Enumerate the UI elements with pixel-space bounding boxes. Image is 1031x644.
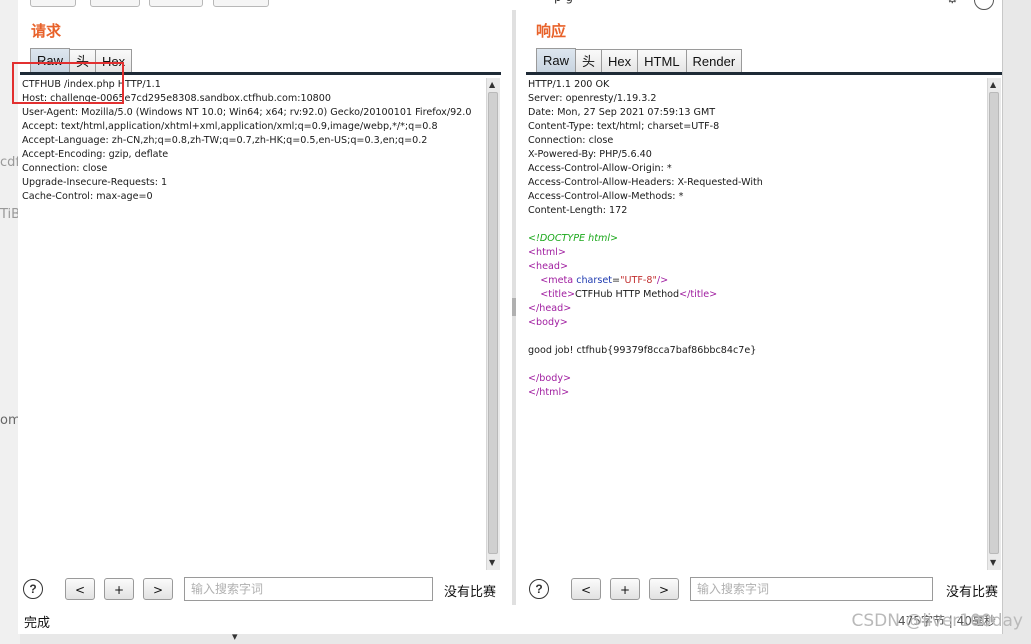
response-header-line: Access-Control-Allow-Headers: X-Requeste… (528, 177, 763, 188)
response-tab-html[interactable]: HTML (637, 49, 687, 73)
help-icon[interactable] (974, 0, 994, 10)
response-search-bar: ? < + > 输入搜索字词 (529, 576, 933, 602)
request-line: Accept-Encoding: gzip, deflate (22, 149, 169, 160)
response-header-line: Access-Control-Allow-Origin: * (528, 163, 672, 174)
help-icon[interactable]: ? (529, 579, 549, 599)
meta-line: <meta charset="UTF-8"/> (528, 274, 984, 288)
meta-value: "UTF-8" (620, 275, 657, 286)
response-tab-headers[interactable]: 头 (575, 49, 603, 73)
doctype-line: <!DOCTYPE html> (528, 232, 984, 246)
response-tabs: Raw 头 Hex HTML Render (536, 48, 743, 73)
head-close-line: </head> (528, 302, 984, 316)
response-header-line: Content-Length: 172 (528, 205, 628, 216)
response-header-line: Connection: close (528, 135, 614, 146)
response-tab-raw[interactable]: Raw (536, 48, 577, 73)
body-open-tag: <body> (528, 317, 568, 328)
background-fragment: TiB (0, 207, 20, 222)
response-header-line: Access-Control-Allow-Methods: * (528, 191, 684, 202)
html-close-tag: </html> (528, 387, 570, 398)
prev-match-button[interactable]: < (65, 578, 95, 600)
settings-icon[interactable]: ⚙ (946, 0, 959, 7)
response-header-line: X-Powered-By: PHP/5.6.40 (528, 149, 652, 160)
request-line: Cache-Control: max-age=0 (22, 191, 153, 202)
head-close-tag: </head> (528, 303, 572, 314)
burp-repeater-window: p g ⚙ 请求 Raw 头 Hex CTFHUB /index.php HTT… (12, 0, 1003, 634)
response-tab-underline (526, 72, 1002, 75)
head-open-line: <head> (528, 260, 984, 274)
response-editor[interactable]: HTTP/1.1 200 OK Server: openresty/1.19.3… (528, 78, 984, 554)
request-scrollbar[interactable]: ▲ ▼ (486, 78, 500, 570)
response-header-line: HTTP/1.1 200 OK (528, 79, 610, 90)
title-close-tag: </title> (679, 289, 718, 300)
meta-tag: <meta (540, 275, 574, 286)
toolbar-button[interactable] (30, 0, 76, 7)
request-search-bar: ? < + > 输入搜索字词 (23, 576, 433, 602)
scroll-down-icon[interactable]: ▼ (990, 558, 996, 567)
request-line: User-Agent: Mozilla/5.0 (Windows NT 10.0… (22, 107, 472, 118)
request-search-input[interactable]: 输入搜索字词 (184, 577, 433, 601)
request-line: Accept: text/html,application/xhtml+xml,… (22, 121, 438, 132)
request-line: Accept-Language: zh-CN,zh;q=0.8,zh-TW;q=… (22, 135, 428, 146)
scroll-thumb[interactable] (488, 92, 498, 554)
next-match-button[interactable]: > (143, 578, 173, 600)
toolbar-partial-text: p g (554, 0, 573, 4)
flag-line: good job! ctfhub{99379f8cca7baf86bbc84c7… (528, 345, 757, 356)
add-button[interactable]: + (610, 578, 640, 600)
toolbar-button[interactable] (90, 0, 140, 7)
background-fragment: om: (0, 413, 20, 428)
response-scrollbar[interactable]: ▲ ▼ (987, 78, 1001, 570)
body-open-line: <body> (528, 316, 984, 330)
highlight-box (12, 62, 124, 104)
html-open-line: <html> (528, 246, 984, 260)
html-open-tag: <html> (528, 247, 566, 258)
body-close-line: </body> (528, 372, 984, 386)
prev-match-button[interactable]: < (571, 578, 601, 600)
toolbar-button[interactable] (213, 0, 269, 7)
scroll-up-icon[interactable]: ▲ (489, 80, 495, 89)
next-match-button[interactable]: > (649, 578, 679, 600)
body-close-tag: </body> (528, 373, 572, 384)
scroll-thumb[interactable] (989, 92, 999, 554)
response-search-input[interactable]: 输入搜索字词 (690, 577, 933, 601)
html-close-line: </html> (528, 386, 984, 400)
request-line: Upgrade-Insecure-Requests: 1 (22, 177, 168, 188)
title-open-tag: <title> (540, 289, 576, 300)
splitter-grip[interactable] (512, 298, 516, 316)
response-header-line: Server: openresty/1.19.3.2 (528, 93, 657, 104)
request-match-status: 没有比赛 (444, 585, 497, 600)
response-title: 响应 (536, 22, 567, 40)
meta-eq: = (612, 275, 621, 286)
chevron-down-icon: ▾ (232, 630, 238, 643)
request-editor[interactable]: CTFHUB /index.php HTTP/1.1 Host: challen… (22, 78, 488, 554)
help-icon[interactable]: ? (23, 579, 43, 599)
response-tab-hex[interactable]: Hex (601, 49, 639, 73)
response-header-line: Content-Type: text/html; charset=UTF-8 (528, 121, 720, 132)
scroll-down-icon[interactable]: ▼ (489, 558, 495, 567)
background-fragment: cdf (0, 155, 20, 170)
add-button[interactable]: + (104, 578, 134, 600)
title-text: CTFHub HTTP Method (575, 289, 680, 300)
request-title: 请求 (31, 22, 62, 40)
response-header-line: Date: Mon, 27 Sep 2021 07:59:13 GMT (528, 107, 716, 118)
doctype-text: <!DOCTYPE html> (528, 233, 619, 244)
toolbar-button[interactable] (149, 0, 203, 7)
response-match-status: 没有比赛 (946, 585, 999, 600)
scroll-up-icon[interactable]: ▲ (990, 80, 996, 89)
status-done: 完成 (24, 616, 51, 631)
meta-attr: charset (576, 275, 613, 286)
response-tab-render[interactable]: Render (685, 49, 743, 73)
title-line: <title>CTFHub HTTP Method</title> (528, 288, 984, 302)
request-line: Connection: close (22, 163, 108, 174)
meta-close: /> (656, 275, 669, 286)
watermark: CSDN @liver100day (851, 611, 1023, 631)
head-open-tag: <head> (528, 261, 569, 272)
